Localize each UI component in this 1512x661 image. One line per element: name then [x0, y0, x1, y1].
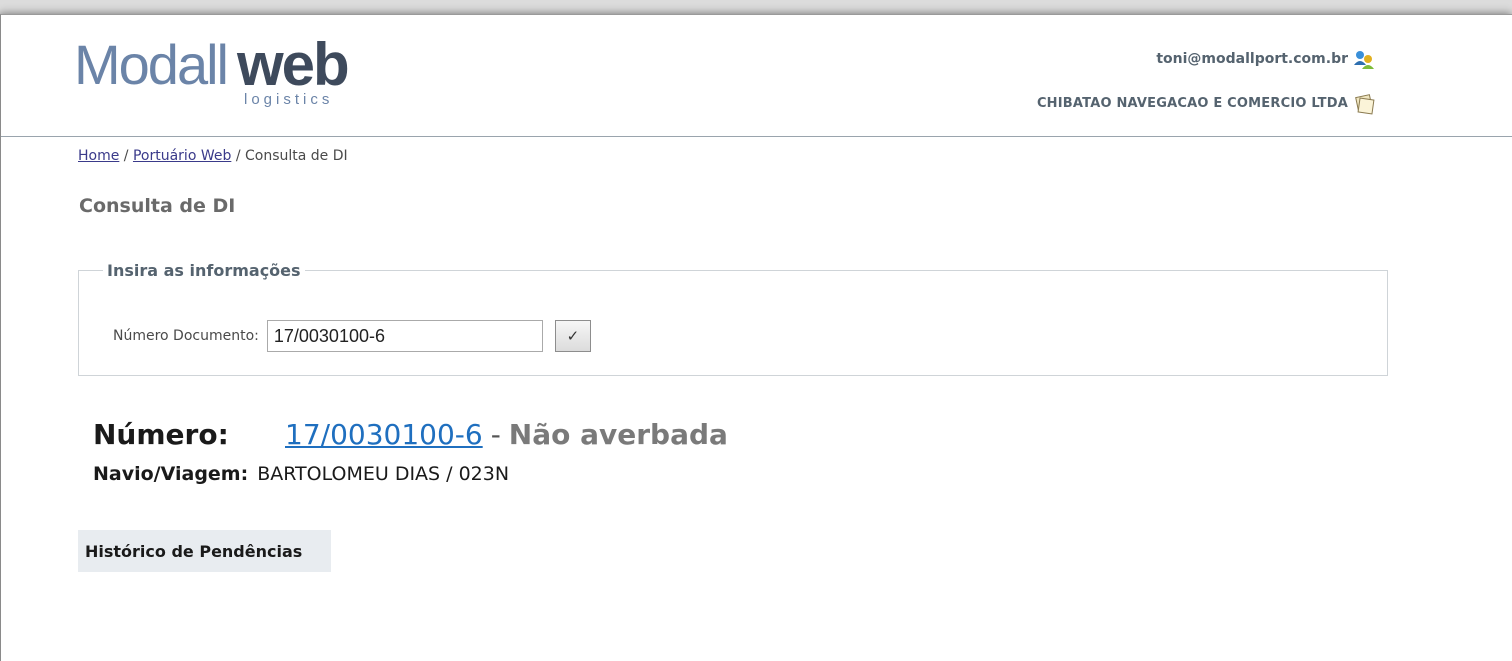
breadcrumb-current: Consulta de DI [244, 148, 348, 164]
logo-subtitle: logistics [244, 91, 334, 108]
company-row[interactable]: CHIBATAO NAVEGACAO E COMERCIO LTDA [1037, 93, 1375, 115]
breadcrumb-separator: / [235, 148, 241, 164]
users-icon[interactable] [1352, 49, 1374, 69]
document-number-label: Número Documento: [113, 328, 259, 344]
document-number-input[interactable] [266, 320, 543, 352]
tab-historico-pendencias[interactable]: Histórico de Pendências [78, 530, 331, 572]
document-icon[interactable] [1352, 93, 1375, 115]
numero-label: Número: [93, 418, 229, 451]
breadcrumb-separator: / [123, 148, 129, 164]
search-form: Insira as informações Número Documento: … [78, 261, 1388, 376]
vessel-voyage-label: Navio/Viagem: [93, 463, 249, 485]
app-window: Modall web logistics toni@modallport.com… [0, 14, 1512, 661]
vessel-voyage-value: BARTOLOMEU DIAS / 023N [257, 463, 510, 485]
page-title: Consulta de DI [79, 195, 236, 217]
user-email-row[interactable]: toni@modallport.com.br [1037, 49, 1374, 69]
breadcrumb: Home / Portuário Web / Consulta de DI [78, 148, 348, 164]
result-panel: Número: 17/0030100-6 - Não averbada Navi… [93, 418, 728, 485]
numero-link[interactable]: 17/0030100-6 [285, 418, 483, 451]
numero-status: Não averbada [508, 418, 728, 451]
breadcrumb-portuario-link[interactable]: Portuário Web [133, 148, 231, 164]
page-header: Modall web logistics toni@modallport.com… [1, 15, 1512, 137]
user-email[interactable]: toni@modallport.com.br [1156, 51, 1348, 67]
submit-button[interactable]: ✓ [554, 320, 591, 352]
logo-text-web: web [237, 31, 350, 98]
document-number-result: Número: 17/0030100-6 - Não averbada [93, 418, 728, 451]
company-name[interactable]: CHIBATAO NAVEGACAO E COMERCIO LTDA [1037, 96, 1348, 111]
logo-text-modall: Modall [74, 33, 229, 96]
form-legend: Insira as informações [107, 261, 301, 280]
user-info: toni@modallport.com.br CHIBATAO NAVEGACA… [1037, 49, 1375, 115]
vessel-voyage-row: Navio/Viagem: BARTOLOMEU DIAS / 023N [93, 463, 728, 485]
modallweb-logo[interactable]: Modall web logistics [74, 31, 364, 117]
document-number-row: Número Documento: ✓ [113, 320, 591, 352]
breadcrumb-home-link[interactable]: Home [78, 148, 119, 164]
numero-separator: - [490, 418, 501, 451]
